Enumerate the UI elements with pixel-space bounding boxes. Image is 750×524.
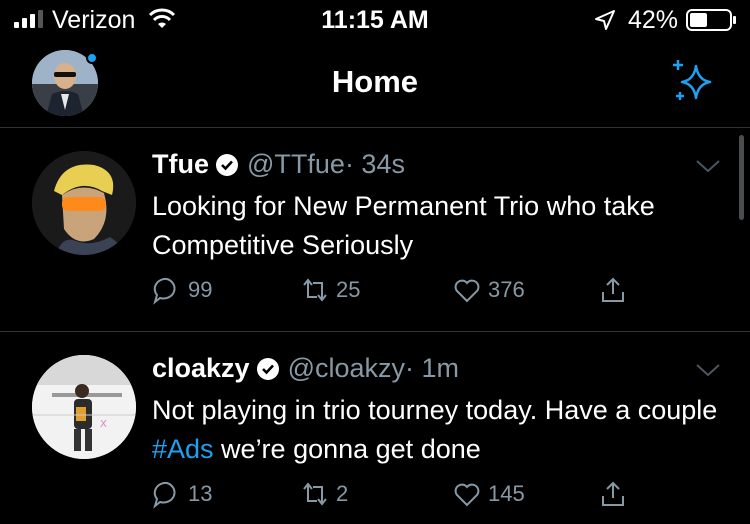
like-button[interactable]: 145: [452, 479, 525, 509]
like-count: 376: [488, 277, 525, 302]
battery-percent: 42%: [628, 6, 679, 34]
chevron-down-icon[interactable]: [694, 361, 722, 379]
tweet-text-part: Not playing in trio tourney today. Have …: [152, 395, 718, 425]
tweet-text: Looking for New Permanent Trio who take …: [152, 191, 655, 260]
reply-icon: [153, 481, 176, 509]
tweet-time: · 34s: [344, 149, 405, 179]
svg-text:X: X: [100, 419, 107, 430]
retweet-button[interactable]: 2: [300, 479, 348, 509]
like-button[interactable]: 376: [452, 275, 525, 305]
like-icon: [454, 279, 480, 303]
status-bar: Verizon 11:15 AM 42%: [0, 0, 750, 40]
author-name[interactable]: Tfue: [152, 149, 209, 180]
tweet-time: · 1m: [405, 353, 460, 383]
retweet-count: 2: [336, 481, 349, 506]
tweet-actions: 99 25 376: [152, 275, 652, 307]
retweet-icon: [303, 278, 327, 302]
chevron-down-icon[interactable]: [694, 157, 722, 175]
reply-count: 99: [188, 277, 213, 302]
like-icon: [454, 483, 480, 507]
avatar-image: [32, 151, 136, 255]
retweet-count: 25: [336, 277, 361, 302]
location-icon: [595, 10, 615, 30]
tweet[interactable]: Tfue @TTfue · 34s Looking for New Perman…: [0, 129, 750, 332]
verified-icon: [216, 153, 238, 176]
notification-dot: [86, 52, 98, 64]
hashtag-link[interactable]: #Ads: [152, 434, 214, 464]
share-button[interactable]: [598, 479, 634, 509]
tweet-header: cloakzy @cloakzy · 1m: [152, 353, 459, 384]
reply-icon: [153, 277, 176, 305]
verified-icon: [256, 357, 279, 380]
avatar[interactable]: X: [32, 355, 136, 459]
tweet-actions: 13 2 145: [152, 479, 652, 511]
tweet-text: Not playing in trio tourney today. Have …: [152, 391, 732, 469]
author-name[interactable]: cloakzy: [152, 353, 250, 384]
scrollbar[interactable]: [739, 135, 744, 220]
retweet-icon: [303, 482, 327, 506]
battery-icon: [686, 9, 736, 31]
share-button[interactable]: [598, 275, 634, 305]
author-handle[interactable]: @TTfue: [247, 149, 345, 180]
sparkle-icon[interactable]: [668, 56, 720, 108]
share-icon: [602, 277, 624, 302]
reply-button[interactable]: 99: [152, 275, 212, 305]
retweet-button[interactable]: 25: [300, 275, 360, 305]
header: Home: [0, 40, 750, 128]
share-icon: [602, 481, 624, 506]
author-handle[interactable]: @cloakzy: [288, 353, 405, 384]
tweet[interactable]: X cloakzy @cloakzy · 1m Not playing in t…: [0, 333, 750, 524]
reply-button[interactable]: 13: [152, 479, 212, 509]
reply-count: 13: [188, 481, 213, 506]
tweet-text-part: we’re gonna get done: [213, 434, 481, 464]
avatar[interactable]: [32, 151, 136, 255]
page-title: Home: [331, 64, 419, 99]
tweet-header: Tfue @TTfue · 34s: [152, 149, 405, 180]
like-count: 145: [488, 481, 525, 506]
avatar-image: X: [32, 355, 136, 459]
